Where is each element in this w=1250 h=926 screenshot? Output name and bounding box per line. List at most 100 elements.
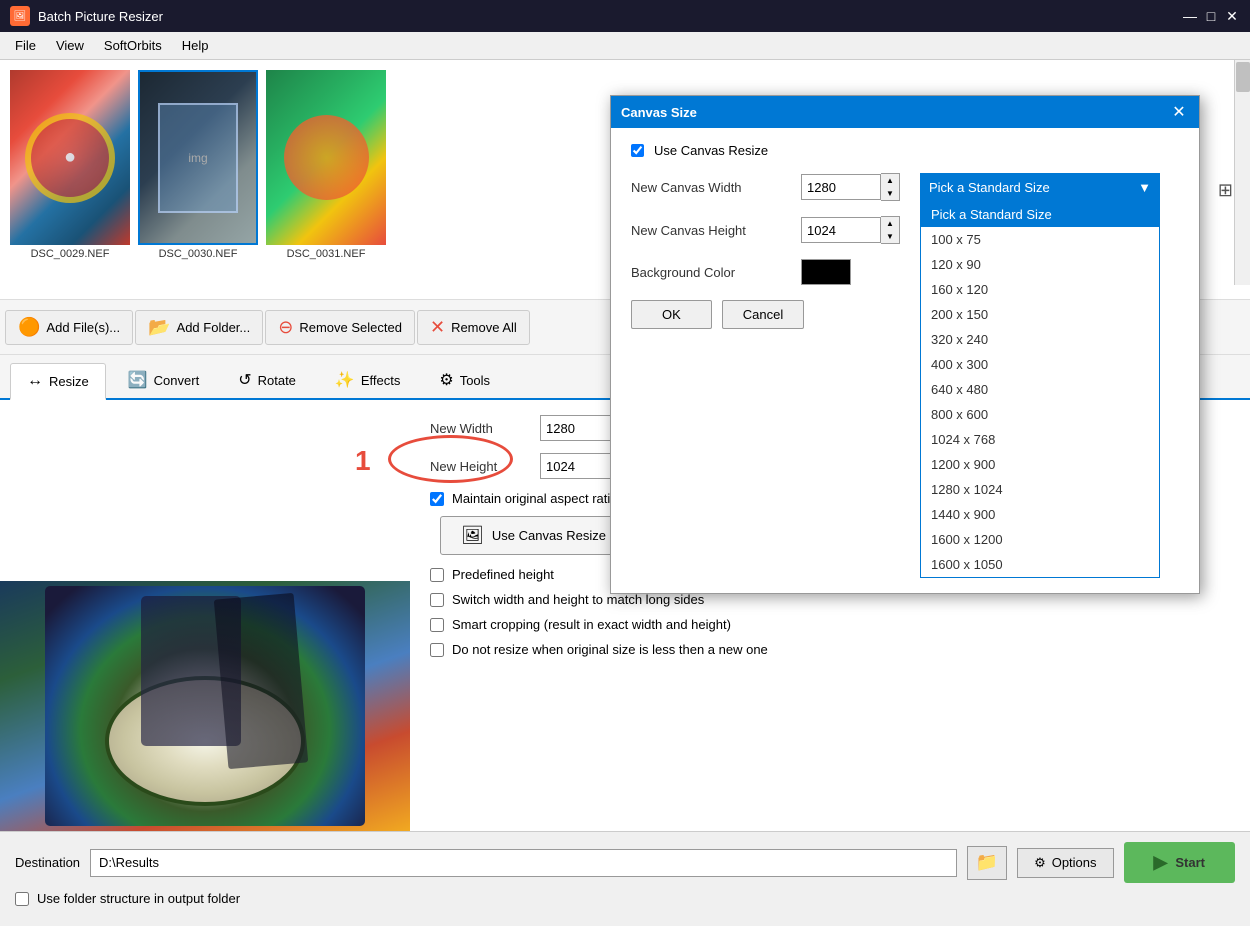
dialog-cancel-button[interactable]: Cancel xyxy=(722,300,804,329)
rotate-tab-icon: ↺ xyxy=(238,370,251,390)
vertical-scrollbar[interactable] xyxy=(1234,60,1250,285)
size-option-1200x900[interactable]: 1200 x 900 xyxy=(921,452,1159,477)
start-label: Start xyxy=(1175,855,1205,870)
size-option-default[interactable]: Pick a Standard Size xyxy=(921,202,1159,227)
options-button[interactable]: ⚙ Options xyxy=(1017,848,1113,878)
canvas-height-input[interactable] xyxy=(801,217,881,243)
canvas-width-up[interactable]: ▲ xyxy=(881,174,899,187)
canvas-resize-button[interactable]: 🖼 Use Canvas Resize xyxy=(440,516,627,555)
add-folder-button[interactable]: 📂 Add Folder... xyxy=(135,310,263,345)
predefined-height-label[interactable]: Predefined height xyxy=(452,567,554,582)
bg-color-row: Background Color xyxy=(631,259,900,285)
image-thumb-1[interactable]: ● DSC_0029.NEF xyxy=(10,70,130,260)
app-icon: 🖼 xyxy=(10,6,30,26)
size-option-200x150[interactable]: 200 x 150 xyxy=(921,302,1159,327)
canvas-width-input[interactable] xyxy=(801,174,881,200)
canvas-height-label: New Canvas Height xyxy=(631,223,791,238)
predefined-height-checkbox[interactable] xyxy=(430,568,444,582)
tab-tools[interactable]: ⚙ Tools xyxy=(422,361,507,398)
size-option-1600x1200[interactable]: 1600 x 1200 xyxy=(921,527,1159,552)
smart-crop-checkbox[interactable] xyxy=(430,618,444,632)
bottom-panel: Destination D:\Results 📁 ⚙ Options ▶ Sta… xyxy=(0,831,1250,926)
new-height-label: New Height xyxy=(430,459,530,474)
folder-structure-checkbox[interactable] xyxy=(15,892,29,906)
menu-file[interactable]: File xyxy=(5,34,46,57)
canvas-width-down[interactable]: ▼ xyxy=(881,187,899,200)
canvas-width-row: New Canvas Width ▲ ▼ xyxy=(631,173,900,201)
close-button[interactable]: ✕ xyxy=(1224,8,1240,24)
tools-tab-label: Tools xyxy=(460,373,490,388)
thumb-label-3: DSC_0031.NEF xyxy=(287,248,366,260)
dropdown-chevron-icon: ▼ xyxy=(1138,180,1151,195)
no-resize-checkbox[interactable] xyxy=(430,643,444,657)
start-icon: ▶ xyxy=(1154,852,1168,873)
app-title: Batch Picture Resizer xyxy=(38,9,1182,24)
canvas-width-spinners: ▲ ▼ xyxy=(881,173,900,201)
size-option-800x600[interactable]: 800 x 600 xyxy=(921,402,1159,427)
destination-input[interactable]: D:\Results xyxy=(90,849,957,877)
standard-size-dropdown-header[interactable]: Pick a Standard Size ▼ xyxy=(920,173,1160,201)
dialog-main-content: New Canvas Width ▲ ▼ New Canvas Height xyxy=(631,173,1179,578)
use-canvas-row: Use Canvas Resize xyxy=(631,143,1179,158)
scrollbar-thumb[interactable] xyxy=(1236,62,1250,92)
no-resize-row: Do not resize when original size is less… xyxy=(430,642,1230,657)
add-files-button[interactable]: 🟠 Add File(s)... xyxy=(5,310,133,345)
window-controls[interactable]: — □ ✕ xyxy=(1182,8,1240,24)
dialog-ok-button[interactable]: OK xyxy=(631,300,712,329)
smart-crop-label[interactable]: Smart cropping (result in exact width an… xyxy=(452,617,731,632)
menu-view[interactable]: View xyxy=(46,34,94,57)
destination-row: Destination D:\Results 📁 ⚙ Options ▶ Sta… xyxy=(15,842,1235,883)
dialog-close-button[interactable]: ✕ xyxy=(1169,102,1189,122)
switch-wh-checkbox[interactable] xyxy=(430,593,444,607)
canvas-height-down[interactable]: ▼ xyxy=(881,230,899,243)
maximize-button[interactable]: □ xyxy=(1203,8,1219,24)
remove-selected-button[interactable]: ⊖ Remove Selected xyxy=(265,310,415,345)
tab-effects[interactable]: ✨ Effects xyxy=(318,361,417,398)
no-resize-label[interactable]: Do not resize when original size is less… xyxy=(452,642,768,657)
canvas-height-up[interactable]: ▲ xyxy=(881,217,899,230)
folder-structure-label[interactable]: Use folder structure in output folder xyxy=(37,891,240,906)
tab-convert[interactable]: 🔄 Convert xyxy=(111,361,216,398)
size-option-640x480[interactable]: 640 x 480 xyxy=(921,377,1159,402)
grid-view-icon[interactable]: ⊞ xyxy=(1218,180,1233,201)
canvas-height-input-group: ▲ ▼ xyxy=(801,216,900,244)
size-option-1280x1024[interactable]: 1280 x 1024 xyxy=(921,477,1159,502)
use-canvas-label[interactable]: Use Canvas Resize xyxy=(654,143,768,158)
canvas-width-input-group: ▲ ▼ xyxy=(801,173,900,201)
maintain-aspect-label[interactable]: Maintain original aspect ratio xyxy=(452,491,617,506)
folder-structure-row: Use folder structure in output folder xyxy=(15,891,1235,906)
image-thumb-2[interactable]: img DSC_0030.NEF xyxy=(138,70,258,260)
switch-wh-label[interactable]: Switch width and height to match long si… xyxy=(452,592,704,607)
size-option-1024x768[interactable]: 1024 x 768 xyxy=(921,427,1159,452)
use-canvas-checkbox[interactable] xyxy=(631,144,644,157)
start-button[interactable]: ▶ Start xyxy=(1124,842,1235,883)
bg-color-swatch[interactable] xyxy=(801,259,851,285)
new-width-label: New Width xyxy=(430,421,530,436)
remove-all-button[interactable]: ✕ Remove All xyxy=(417,310,530,345)
dialog-buttons: OK Cancel xyxy=(631,300,900,329)
dialog-title-bar: Canvas Size ✕ xyxy=(611,96,1199,128)
thumb-preview-3 xyxy=(266,70,386,245)
canvas-resize-icon: 🖼 xyxy=(461,525,484,546)
resize-tab-icon: ↔ xyxy=(27,372,43,390)
tab-rotate[interactable]: ↺ Rotate xyxy=(221,361,313,398)
thumb-label-1: DSC_0029.NEF xyxy=(31,248,110,260)
standard-size-dropdown-area: Pick a Standard Size ▼ Pick a Standard S… xyxy=(920,173,1160,578)
size-option-160x120[interactable]: 160 x 120 xyxy=(921,277,1159,302)
size-option-1600x1050[interactable]: 1600 x 1050 xyxy=(921,552,1159,577)
size-option-320x240[interactable]: 320 x 240 xyxy=(921,327,1159,352)
tools-tab-icon: ⚙ xyxy=(439,370,453,390)
minimize-button[interactable]: — xyxy=(1182,8,1198,24)
tab-resize[interactable]: ↔ Resize xyxy=(10,363,106,400)
size-option-120x90[interactable]: 120 x 90 xyxy=(921,252,1159,277)
large-preview xyxy=(0,581,410,831)
menu-help[interactable]: Help xyxy=(172,34,219,57)
size-option-400x300[interactable]: 400 x 300 xyxy=(921,352,1159,377)
image-thumb-3[interactable]: DSC_0031.NEF xyxy=(266,70,386,260)
size-option-1440x900[interactable]: 1440 x 900 xyxy=(921,502,1159,527)
resize-tab-label: Resize xyxy=(49,374,89,389)
browse-button[interactable]: 📁 xyxy=(967,846,1007,880)
menu-softorbits[interactable]: SoftOrbits xyxy=(94,34,172,57)
size-option-100x75[interactable]: 100 x 75 xyxy=(921,227,1159,252)
maintain-aspect-checkbox[interactable] xyxy=(430,492,444,506)
